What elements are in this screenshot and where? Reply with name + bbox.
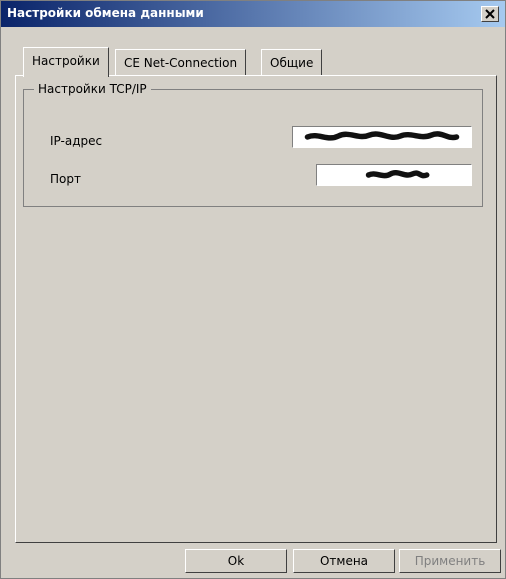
close-button[interactable]: [481, 6, 499, 22]
redacted-scribble-icon: [304, 131, 460, 141]
ip-address-label: IP-адрес: [50, 134, 103, 148]
apply-button[interactable]: Применить: [399, 549, 501, 573]
cancel-button[interactable]: Отмена: [293, 549, 395, 573]
port-label: Порт: [50, 172, 81, 186]
settings-dialog: Настройки обмена данными Настройки CE Ne…: [0, 0, 506, 579]
tab-settings[interactable]: Настройки: [23, 47, 109, 77]
tab-general[interactable]: Общие: [261, 49, 323, 75]
tcp-ip-settings-group: Настройки TCP/IP IP-адрес Порт: [23, 82, 483, 207]
tab-ce-net-connection[interactable]: CE Net-Connection: [115, 49, 247, 75]
tab-general-label: Общие: [270, 56, 314, 70]
close-icon: [485, 9, 495, 19]
tab-settings-label: Настройки: [32, 54, 100, 68]
ok-button[interactable]: Ok: [185, 549, 287, 573]
group-title: Настройки TCP/IP: [34, 82, 151, 96]
redacted-scribble-icon: [365, 169, 430, 179]
window-title: Настройки обмена данными: [7, 6, 204, 20]
tab-ce-net-connection-label: CE Net-Connection: [124, 56, 238, 70]
ok-button-label: Ok: [227, 554, 245, 568]
port-field[interactable]: [316, 164, 472, 186]
ip-address-field[interactable]: [292, 126, 472, 148]
title-bar: Настройки обмена данными: [1, 1, 505, 27]
cancel-button-label: Отмена: [319, 554, 369, 568]
apply-button-label: Применить: [414, 554, 486, 568]
